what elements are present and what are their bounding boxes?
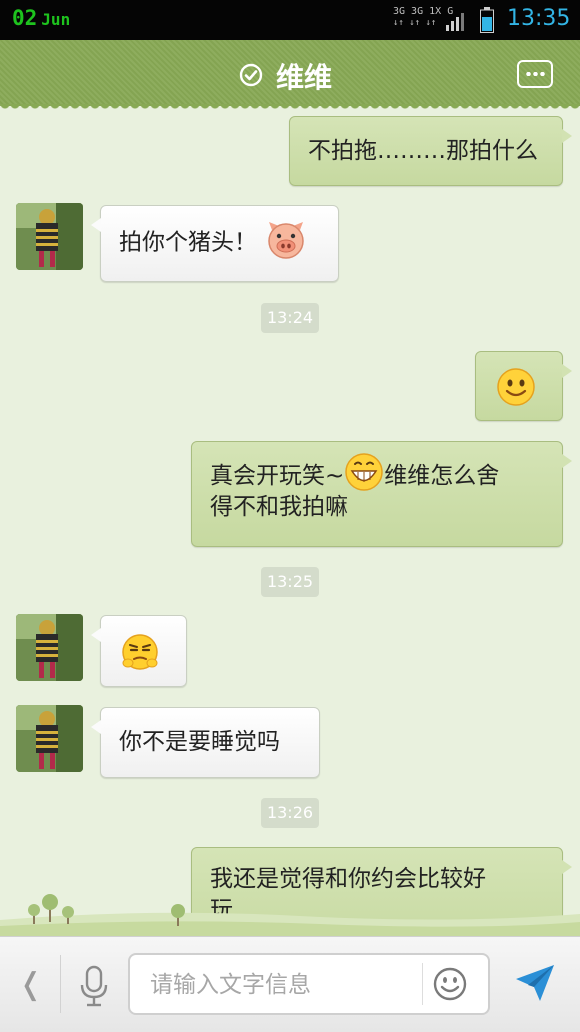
status-bar: 02 Jun 3G 3G 1X G ↓↑ ↓↑ ↓↑ 13:35	[0, 0, 580, 40]
smile-face-icon	[497, 368, 535, 406]
avatar-photo	[16, 705, 83, 772]
message-text-input[interactable]	[148, 967, 422, 1003]
contact-name-title: 维维	[276, 61, 333, 94]
microphone-icon[interactable]	[78, 965, 110, 1007]
status-date-month: Jun	[41, 10, 71, 29]
battery-icon	[480, 7, 494, 33]
message-input-bar: ❬	[0, 936, 580, 1032]
status-date: 02 Jun	[12, 6, 70, 30]
contact-avatar[interactable]	[16, 614, 83, 681]
message-text: 得不和我拍嘛	[210, 494, 348, 520]
message-text: 不拍拖………那拍什么	[308, 138, 538, 164]
message-text: 你不是要睡觉吗	[119, 729, 280, 755]
data-activity-icon: ↓↑ ↓↑ ↓↑	[393, 18, 437, 28]
smug-face-icon	[122, 634, 158, 670]
grin-face-icon	[345, 452, 384, 491]
message-bubble-outgoing[interactable]	[475, 351, 572, 421]
timestamp-label: 13:26	[261, 798, 319, 828]
ground-decoration	[0, 894, 580, 936]
verified-check-icon	[239, 63, 263, 87]
message-bubble-outgoing[interactable]: 不拍拖………那拍什么	[289, 116, 572, 186]
avatar-photo	[16, 614, 83, 681]
send-icon[interactable]	[514, 963, 556, 1003]
emoji-picker-icon[interactable]	[433, 967, 467, 1001]
contact-avatar[interactable]	[16, 705, 83, 772]
more-options-button[interactable]	[517, 60, 553, 88]
divider	[60, 955, 61, 1013]
message-bubble-outgoing[interactable]: 真会开玩笑~ 维维怎么舍 得不和我拍嘛	[191, 441, 572, 547]
signal-icon	[446, 13, 464, 31]
message-bubble-incoming[interactable]: 你不是要睡觉吗	[91, 707, 320, 778]
chat-message-list[interactable]: 不拍拖………那拍什么 拍你个猪头！ 13:24 真会开玩笑~ 维维怎么舍 得不和…	[0, 106, 580, 936]
network-indicator: 3G 3G 1X G ↓↑ ↓↑ ↓↑	[393, 6, 453, 29]
pig-face-icon	[268, 222, 305, 259]
chat-header: 维维	[0, 40, 580, 112]
message-bubble-incoming[interactable]	[91, 615, 187, 687]
contact-avatar[interactable]	[16, 203, 83, 270]
message-text: 拍你个猪头！	[119, 229, 257, 256]
divider	[422, 963, 423, 1005]
avatar-photo	[16, 203, 83, 270]
message-input-box	[128, 953, 490, 1015]
message-text: 维维怎么舍	[384, 463, 500, 489]
status-date-day: 02	[12, 6, 38, 30]
more-dots-icon	[525, 72, 547, 76]
message-text: 真会开玩笑~	[210, 463, 345, 489]
message-bubble-incoming[interactable]: 拍你个猪头！	[91, 205, 339, 282]
timestamp-label: 13:25	[261, 567, 319, 597]
network-type-label: 3G 3G 1X	[393, 6, 442, 17]
status-time: 13:35	[507, 6, 571, 31]
timestamp-label: 13:24	[261, 303, 319, 333]
back-chevron-button[interactable]: ❬	[18, 967, 43, 1002]
